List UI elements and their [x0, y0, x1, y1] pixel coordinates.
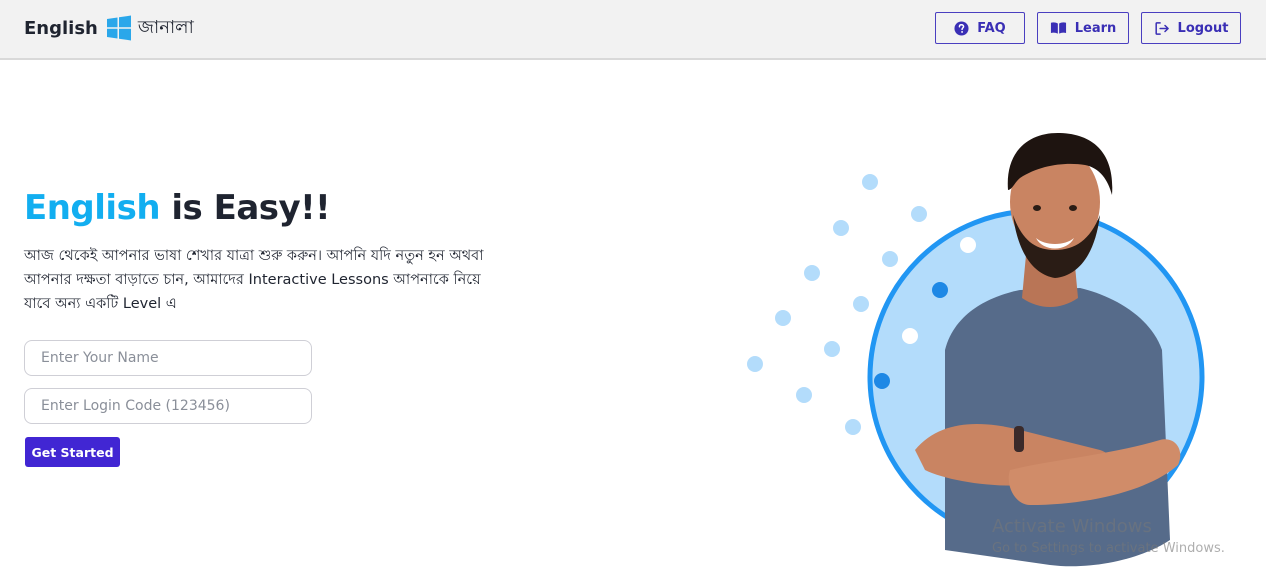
- activate-windows-title: Activate Windows: [992, 516, 1152, 537]
- hero-title: English is Easy!!: [24, 188, 331, 228]
- logout-label: Logout: [1177, 20, 1229, 36]
- logout-arrow-icon: [1154, 21, 1169, 35]
- faq-label: FAQ: [977, 20, 1006, 36]
- brand-text: English: [24, 17, 98, 39]
- name-input[interactable]: [24, 340, 312, 376]
- activate-windows-subtitle: Go to Settings to activate Windows.: [992, 541, 1225, 556]
- hero-description: আজ থেকেই আপনার ভাষা শেখার যাত্রা শুরু কর…: [24, 248, 484, 312]
- hero-title-rest: is Easy!!: [160, 188, 331, 228]
- windows-logo-icon: [106, 15, 131, 41]
- login-code-input[interactable]: [24, 388, 312, 424]
- learn-label: Learn: [1074, 20, 1117, 36]
- logout-button[interactable]: Logout: [1141, 12, 1241, 44]
- get-started-button[interactable]: Get Started: [25, 437, 120, 467]
- brand-logo[interactable]: English জানালা: [24, 14, 194, 42]
- learn-button[interactable]: Learn: [1037, 12, 1129, 44]
- hero-title-accent: English: [24, 188, 161, 228]
- hero-illustration: [747, 132, 1205, 567]
- brand-suffix: জানালা: [137, 16, 194, 38]
- page: English জানালা FAQ Learn Logout English …: [0, 0, 1266, 584]
- top-navbar: English জানালা FAQ Learn Logout: [0, 0, 1266, 60]
- question-circle-icon: [954, 20, 969, 36]
- book-open-icon: [1050, 22, 1066, 34]
- person-photo: [915, 132, 1181, 567]
- faq-button[interactable]: FAQ: [935, 12, 1025, 44]
